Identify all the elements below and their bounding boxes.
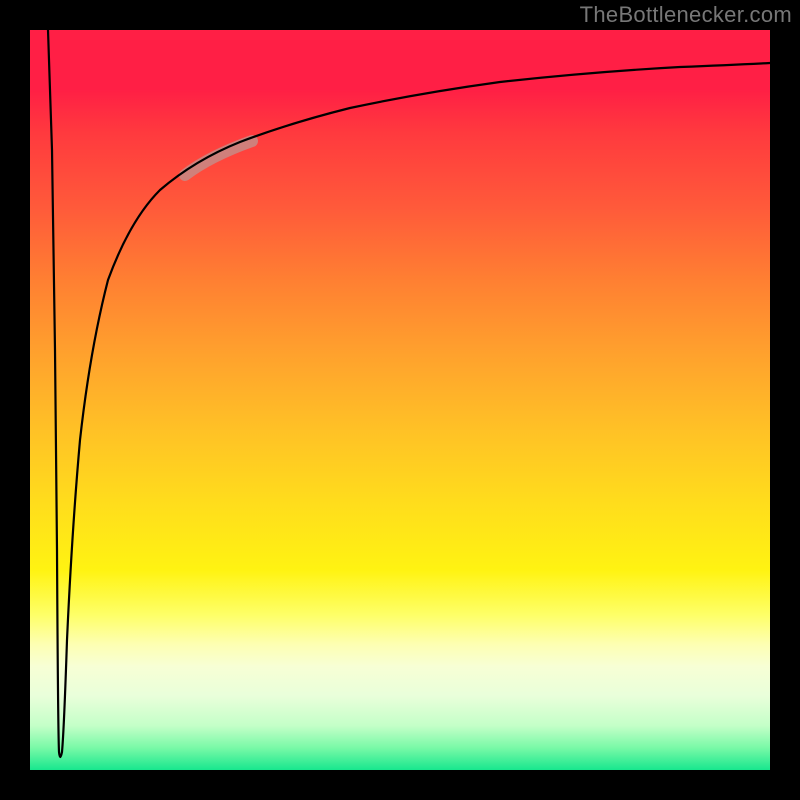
chart-stage: TheBottlenecker.com [0,0,800,800]
curve-highlight-segment [185,141,252,175]
watermark-text: TheBottlenecker.com [580,2,792,28]
bottleneck-curve [48,30,770,757]
chart-svg [30,30,770,770]
